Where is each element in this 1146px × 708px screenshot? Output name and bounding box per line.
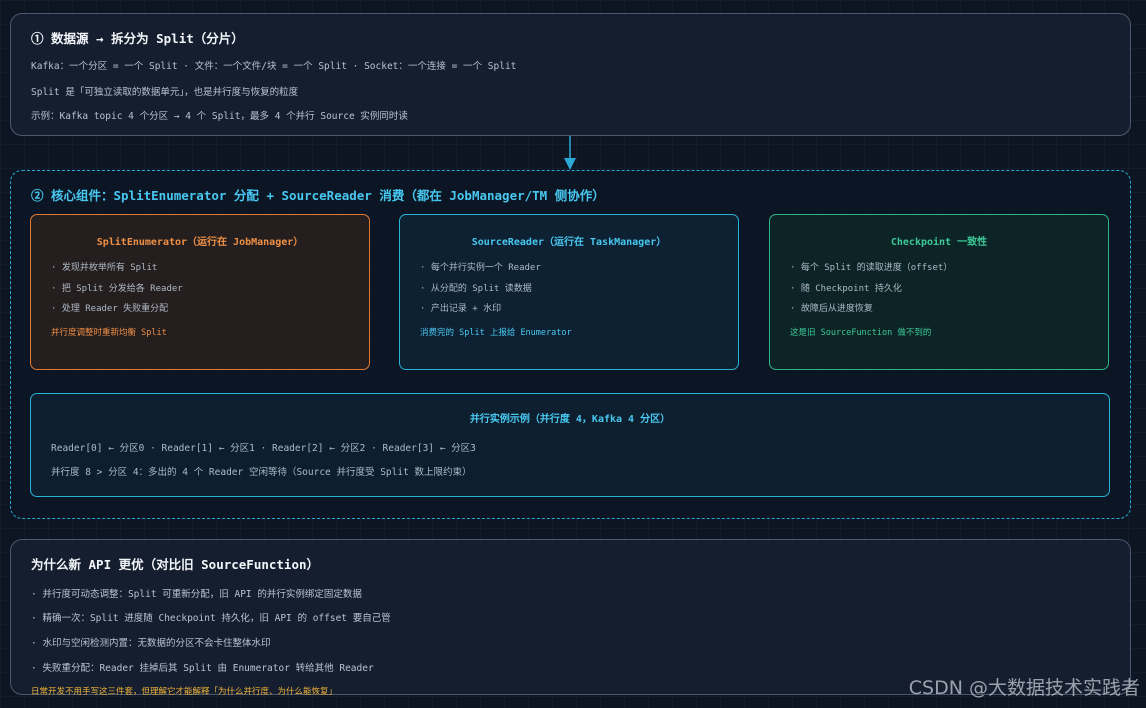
source-reader-title: SourceReader（运行在 TaskManager）	[471, 237, 667, 248]
section3-note: 日常开发不用手写这三件套，但理解它才能解释「为什么并行度、为什么能恢复」	[31, 687, 338, 697]
parallel-example-title: 并行实例示例（并行度 4，Kafka 4 分区）	[469, 414, 671, 425]
section3-line-3: · 水印与空闲检测内置：无数据的分区不会卡住整体水印	[31, 638, 271, 649]
source-reader-item-2: · 从分配的 Split 读数据	[420, 284, 532, 294]
section1-line-1: Kafka：一个分区 = 一个 Split · 文件：一个文件/块 = 一个 S…	[31, 61, 517, 72]
split-enumerator-note: 并行度调整时重新均衡 Split	[51, 328, 167, 338]
checkpoint-title: Checkpoint 一致性	[890, 237, 988, 248]
section3-line-1: · 并行度可动态调整：Split 可重新分配，旧 API 的并行实例绑定固定数据	[31, 589, 362, 600]
why-new-api-panel: 为什么新 API 更优（对比旧 SourceFunction） · 并行度可动态…	[10, 539, 1131, 697]
section1-title: ① 数据源 → 拆分为 Split（分片）	[31, 31, 244, 46]
section3-line-4: · 失败重分配：Reader 挂掉后其 Split 由 Enumerator 转…	[31, 663, 374, 674]
checkpoint-card: Checkpoint 一致性 · 每个 Split 的读取进度（offset） …	[769, 214, 1109, 370]
split-enumerator-item-2: · 把 Split 分发给各 Reader	[51, 284, 183, 294]
source-reader-item-3: · 产出记录 + 水印	[420, 304, 502, 314]
section3-title: 为什么新 API 更优（对比旧 SourceFunction）	[31, 557, 320, 572]
split-enumerator-item-3: · 处理 Reader 失败重分配	[51, 304, 169, 314]
source-reader-item-1: · 每个并行实例一个 Reader	[420, 263, 541, 273]
parallel-example-line-2: 并行度 8 > 分区 4：多出的 4 个 Reader 空闲等待（Source …	[51, 467, 472, 478]
source-reader-card: SourceReader（运行在 TaskManager） · 每个并行实例一个…	[399, 214, 739, 370]
section1-line-2: Split 是「可独立读取的数据单元」，也是并行度与恢复的粒度	[31, 87, 299, 98]
split-enumerator-item-1: · 发现并枚举所有 Split	[51, 263, 158, 273]
split-enumerator-title: SplitEnumerator（运行在 JobManager）	[96, 237, 304, 248]
source-reader-note: 消费完的 Split 上报给 Enumerator	[420, 328, 572, 338]
checkpoint-item-1: · 每个 Split 的读取进度（offset）	[790, 263, 953, 273]
checkpoint-item-2: · 随 Checkpoint 持久化	[790, 284, 902, 294]
section2-title: ② 核心组件：SplitEnumerator 分配 + SourceReader…	[31, 188, 605, 203]
section1-line-3: 示例：Kafka topic 4 个分区 → 4 个 Split，最多 4 个并…	[31, 111, 408, 122]
data-source-panel: ① 数据源 → 拆分为 Split（分片） Kafka：一个分区 = 一个 Sp…	[10, 13, 1131, 136]
section3-line-2: · 精确一次：Split 进度随 Checkpoint 持久化，旧 API 的 …	[31, 613, 391, 624]
split-enumerator-card: SplitEnumerator（运行在 JobManager） · 发现并枚举所…	[30, 214, 370, 370]
checkpoint-note: 这是旧 SourceFunction 做不到的	[790, 328, 932, 338]
checkpoint-item-3: · 故障后从进度恢复	[790, 304, 873, 314]
csdn-watermark: CSDN @大数据技术实践者	[908, 677, 1140, 699]
parallel-example-line-1: Reader[0] ← 分区0 · Reader[1] ← 分区1 · Read…	[51, 443, 476, 454]
down-arrow-icon	[564, 136, 576, 170]
parallel-example-box: 并行实例示例（并行度 4，Kafka 4 分区） Reader[0] ← 分区0…	[30, 393, 1110, 497]
